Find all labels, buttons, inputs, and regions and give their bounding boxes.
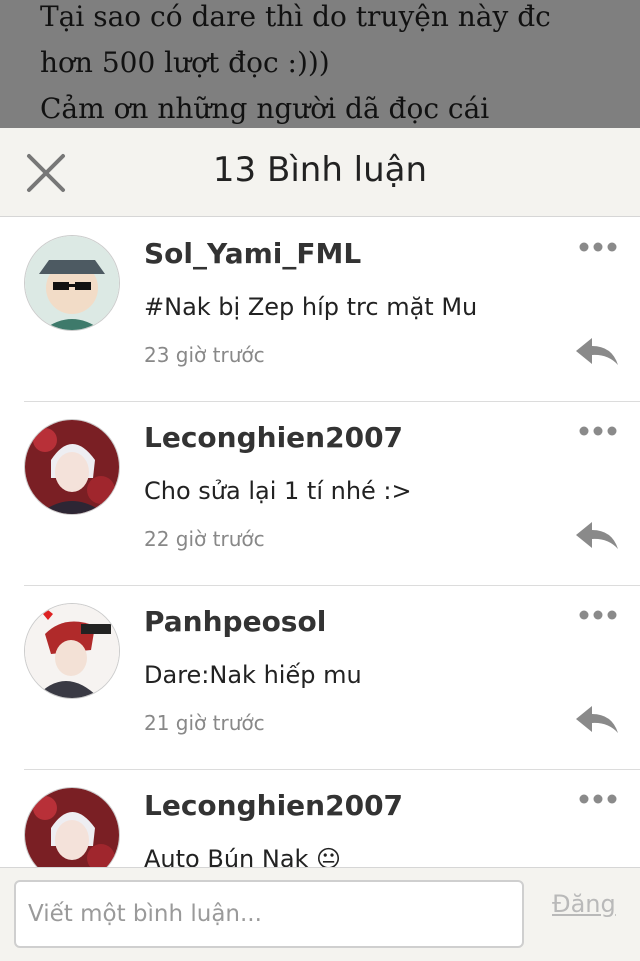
- comment-time: 23 giờ trước: [144, 343, 265, 367]
- more-options-button[interactable]: [578, 791, 618, 805]
- comment-time: 22 giờ trước: [144, 527, 265, 551]
- story-line: Tại sao có dare thì do truyện này đc: [40, 0, 551, 33]
- reply-button[interactable]: [574, 519, 620, 555]
- ellipsis-icon: [579, 794, 617, 804]
- comment-time: 21 giờ trước: [144, 711, 265, 735]
- avatar-image: [25, 788, 119, 867]
- comment-text: Dare:Nak hiếp mu: [144, 661, 362, 689]
- comment-item: Sol_Yami_FML #Nak bị Zep híp trc mặt Mu …: [24, 217, 640, 402]
- comment-item: Leconghien2007 Cho sửa lại 1 tí nhé :> 2…: [24, 401, 640, 586]
- avatar[interactable]: [24, 603, 120, 699]
- comment-text: Cho sửa lại 1 tí nhé :>: [144, 477, 412, 505]
- comment-username[interactable]: Sol_Yami_FML: [144, 237, 361, 270]
- avatar[interactable]: [24, 787, 120, 867]
- story-backdrop: Tại sao có dare thì do truyện này đc hơn…: [0, 0, 640, 130]
- story-line: Cảm ơn những người dã đọc cái: [40, 92, 490, 125]
- avatar-image: [25, 420, 119, 514]
- comment-text: Auto Bún Nak 😐: [144, 845, 342, 867]
- more-options-button[interactable]: [578, 423, 618, 437]
- comment-username[interactable]: Leconghien2007: [144, 789, 403, 822]
- comment-input[interactable]: [14, 880, 524, 948]
- avatar-image: [25, 236, 119, 330]
- reply-icon: [576, 522, 618, 549]
- ellipsis-icon: [579, 610, 617, 620]
- comments-sheet: 13 Bình luận Sol_Yami_FML #Nak bị Zep hí…: [0, 128, 640, 961]
- comment-list[interactable]: Sol_Yami_FML #Nak bị Zep híp trc mặt Mu …: [0, 217, 640, 867]
- reply-icon: [576, 706, 618, 733]
- reply-button[interactable]: [574, 703, 620, 739]
- avatar[interactable]: [24, 235, 120, 331]
- reply-icon: [576, 338, 618, 365]
- avatar[interactable]: [24, 419, 120, 515]
- avatar-image: [25, 604, 119, 698]
- more-options-button[interactable]: [578, 239, 618, 253]
- comment-composer: Đăng: [0, 867, 640, 961]
- story-line: hơn 500 lượt đọc :))): [40, 46, 330, 79]
- reply-button[interactable]: [574, 335, 620, 371]
- comment-text: #Nak bị Zep híp trc mặt Mu: [144, 293, 478, 321]
- comment-item: Leconghien2007 Auto Bún Nak 😐: [24, 769, 640, 867]
- comment-username[interactable]: Panhpeosol: [144, 605, 326, 638]
- comment-item: Panhpeosol Dare:Nak hiếp mu 21 giờ trước: [24, 585, 640, 770]
- comment-username[interactable]: Leconghien2007: [144, 421, 403, 454]
- page-title: 13 Bình luận: [212, 150, 428, 190]
- comments-header: 13 Bình luận: [0, 128, 640, 217]
- more-options-button[interactable]: [578, 607, 618, 621]
- ellipsis-icon: [579, 426, 617, 436]
- post-button[interactable]: Đăng: [552, 890, 616, 918]
- ellipsis-icon: [579, 242, 617, 252]
